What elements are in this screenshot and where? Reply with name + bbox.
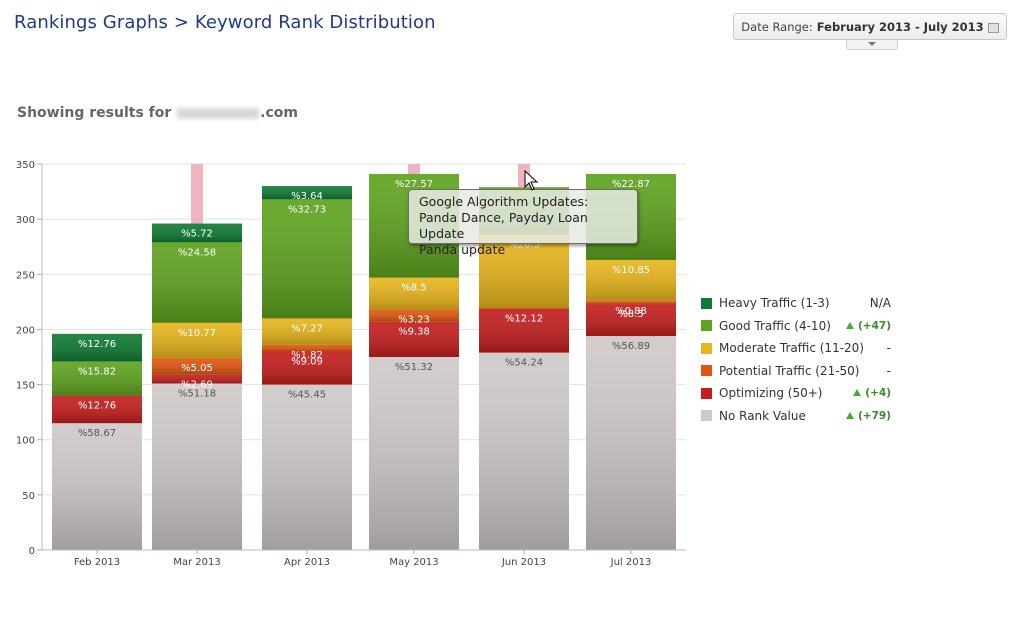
algorithm-update-marker[interactable]: [191, 164, 203, 224]
legend-change: (+79): [845, 410, 891, 422]
data-label: %12.76: [78, 401, 116, 412]
bar-segment-shade: [52, 423, 142, 550]
data-label: %0.88: [615, 306, 647, 317]
trend-up-icon: [845, 321, 854, 329]
bar-segment-shade: [479, 352, 569, 550]
data-label: %3.23: [398, 315, 430, 326]
data-label: %2.69: [181, 380, 213, 391]
mouse-cursor-icon: [524, 170, 539, 191]
y-tick-label: 250: [16, 270, 35, 281]
tooltip-line: Panda Dance, Payday Loan Update: [419, 210, 588, 241]
legend-item[interactable]: No Rank Value (+79): [701, 405, 891, 428]
legend-change: -: [886, 341, 891, 356]
x-tick-label: May 2013: [389, 557, 438, 568]
bar-segment-shade: [262, 384, 352, 550]
legend-item[interactable]: Optimizing (50+) (+4): [701, 382, 891, 405]
legend-item[interactable]: Heavy Traffic (1-3) N/A: [701, 292, 891, 315]
data-label: %45.45: [288, 390, 326, 401]
legend-label: Optimizing (50+): [719, 386, 823, 401]
legend-swatch: [701, 320, 712, 332]
legend-change: (+4): [853, 387, 891, 399]
legend-change: -: [886, 363, 891, 378]
data-label: %58.67: [78, 428, 116, 439]
y-tick-label: 200: [16, 325, 35, 336]
data-label: %5.72: [181, 229, 213, 240]
x-tick-label: Mar 2013: [173, 557, 221, 568]
legend-change: (+47): [845, 320, 891, 332]
legend-label: No Rank Value: [719, 408, 806, 423]
y-tick-label: 350: [16, 160, 35, 171]
data-label: %24.58: [178, 247, 216, 258]
legend-label: Good Traffic (4-10): [719, 318, 831, 333]
data-label: %5.05: [181, 363, 213, 374]
bar-segment-shade: [262, 199, 352, 319]
legend-item[interactable]: Potential Traffic (21-50) -: [701, 360, 891, 383]
data-label: %9.38: [398, 327, 430, 338]
bar-segment-shade: [586, 300, 676, 305]
legend-swatch: [701, 365, 712, 377]
legend-item[interactable]: Good Traffic (4-10) (+47): [701, 315, 891, 338]
data-label: %1.82: [291, 350, 323, 361]
data-label: %12.12: [505, 313, 543, 324]
x-tick-label: Jun 2013: [501, 557, 546, 568]
legend-swatch: [701, 387, 712, 399]
data-label: %8.5: [401, 283, 426, 294]
y-tick-label: 50: [22, 491, 35, 502]
legend-change: N/A: [869, 296, 891, 311]
trend-up-icon: [845, 411, 854, 419]
x-tick-label: Jul 2013: [610, 557, 652, 568]
bar-segment-shade: [369, 357, 459, 550]
y-tick-label: 0: [29, 546, 35, 557]
data-label: %15.82: [78, 366, 116, 377]
legend-swatch: [701, 410, 712, 422]
data-label: %54.24: [505, 358, 543, 369]
trend-up-icon: [853, 389, 862, 397]
y-tick-label: 300: [16, 215, 35, 226]
algorithm-update-tooltip: Google Algorithm Updates: Panda Dance, P…: [408, 189, 638, 257]
tooltip-line: Panda update: [419, 242, 506, 257]
chart-legend: Heavy Traffic (1-3) N/A Good Traffic (4-1…: [701, 292, 891, 427]
algorithm-update-marker[interactable]: [408, 164, 420, 174]
data-label: %3.64: [291, 191, 323, 202]
legend-swatch: [701, 297, 712, 309]
data-label: %10.77: [178, 328, 216, 339]
data-label: %51.32: [395, 362, 433, 373]
y-tick-label: 150: [16, 381, 35, 392]
data-label: %12.76: [78, 339, 116, 350]
bar-segment-shade: [152, 383, 242, 550]
x-tick-label: Feb 2013: [74, 557, 120, 568]
legend-swatch: [701, 342, 712, 354]
y-tick-label: 100: [16, 436, 35, 447]
legend-item[interactable]: Moderate Traffic (11-20) -: [701, 337, 891, 360]
bar-segment-shade: [586, 336, 676, 550]
data-label: %10.85: [612, 265, 650, 276]
data-label: %7.27: [291, 323, 323, 334]
tooltip-line: Google Algorithm Updates:: [419, 194, 589, 209]
x-tick-label: Apr 2013: [284, 557, 330, 568]
data-label: %32.73: [288, 204, 326, 215]
data-label: %56.89: [612, 341, 650, 352]
legend-label: Potential Traffic (21-50): [719, 363, 860, 378]
legend-label: Moderate Traffic (11-20): [719, 341, 864, 356]
legend-label: Heavy Traffic (1-3): [719, 296, 830, 311]
